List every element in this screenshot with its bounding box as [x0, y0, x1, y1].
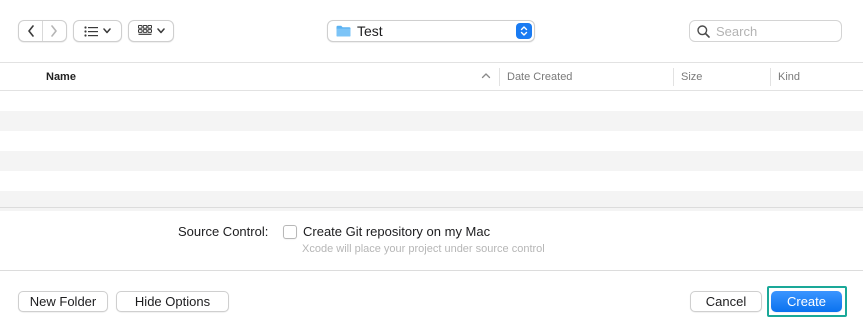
forward-button[interactable] [43, 21, 66, 41]
list-row-empty [0, 91, 863, 111]
list-view-icon [84, 25, 98, 37]
file-list[interactable]: Name Date Created Size Kind [0, 62, 863, 211]
search-icon [697, 24, 710, 38]
column-header-size[interactable]: Size [681, 63, 702, 91]
column-header-kind[interactable]: Kind [778, 63, 800, 91]
create-button[interactable]: Create [771, 291, 842, 312]
cancel-button[interactable]: Cancel [690, 291, 762, 312]
list-rows [0, 91, 863, 211]
column-divider [770, 68, 771, 86]
git-repository-checkbox-label[interactable]: Create Git repository on my Mac [303, 224, 490, 239]
popup-stepper [516, 23, 532, 39]
chevron-right-icon [51, 25, 58, 37]
list-row-empty [0, 131, 863, 151]
group-view-menu-button[interactable] [128, 20, 174, 42]
chevron-down-icon [156, 28, 165, 34]
accessory-view: Source Control: Create Git repository on… [0, 208, 863, 270]
location-label: Test [357, 23, 383, 39]
footer-divider [0, 270, 863, 271]
column-header-date-created[interactable]: Date Created [507, 63, 572, 91]
column-divider [499, 68, 500, 86]
chevron-left-icon [27, 25, 34, 37]
chevron-down-icon [103, 28, 111, 34]
toolbar: Test [0, 0, 863, 62]
list-view-menu-button[interactable] [73, 20, 122, 42]
column-divider [673, 68, 674, 86]
git-repository-checkbox[interactable] [283, 225, 297, 239]
column-header-name[interactable]: Name [46, 63, 76, 91]
list-row-empty [0, 171, 863, 191]
search-field[interactable] [689, 20, 842, 42]
list-row-empty [0, 111, 863, 131]
back-button[interactable] [19, 21, 42, 41]
back-forward-control [18, 20, 67, 42]
list-header: Name Date Created Size Kind [0, 63, 863, 91]
sort-ascending-icon [481, 73, 491, 79]
source-control-hint: Xcode will place your project under sour… [302, 243, 545, 255]
folder-icon [336, 25, 351, 37]
search-input[interactable] [716, 23, 826, 39]
location-popup[interactable]: Test [327, 20, 535, 42]
hide-options-button[interactable]: Hide Options [116, 291, 229, 312]
list-row-empty [0, 151, 863, 171]
source-control-label: Source Control: [178, 224, 269, 239]
up-down-chevron-icon [520, 26, 528, 36]
new-folder-button[interactable]: New Folder [18, 291, 108, 312]
grid-view-icon [137, 25, 152, 35]
